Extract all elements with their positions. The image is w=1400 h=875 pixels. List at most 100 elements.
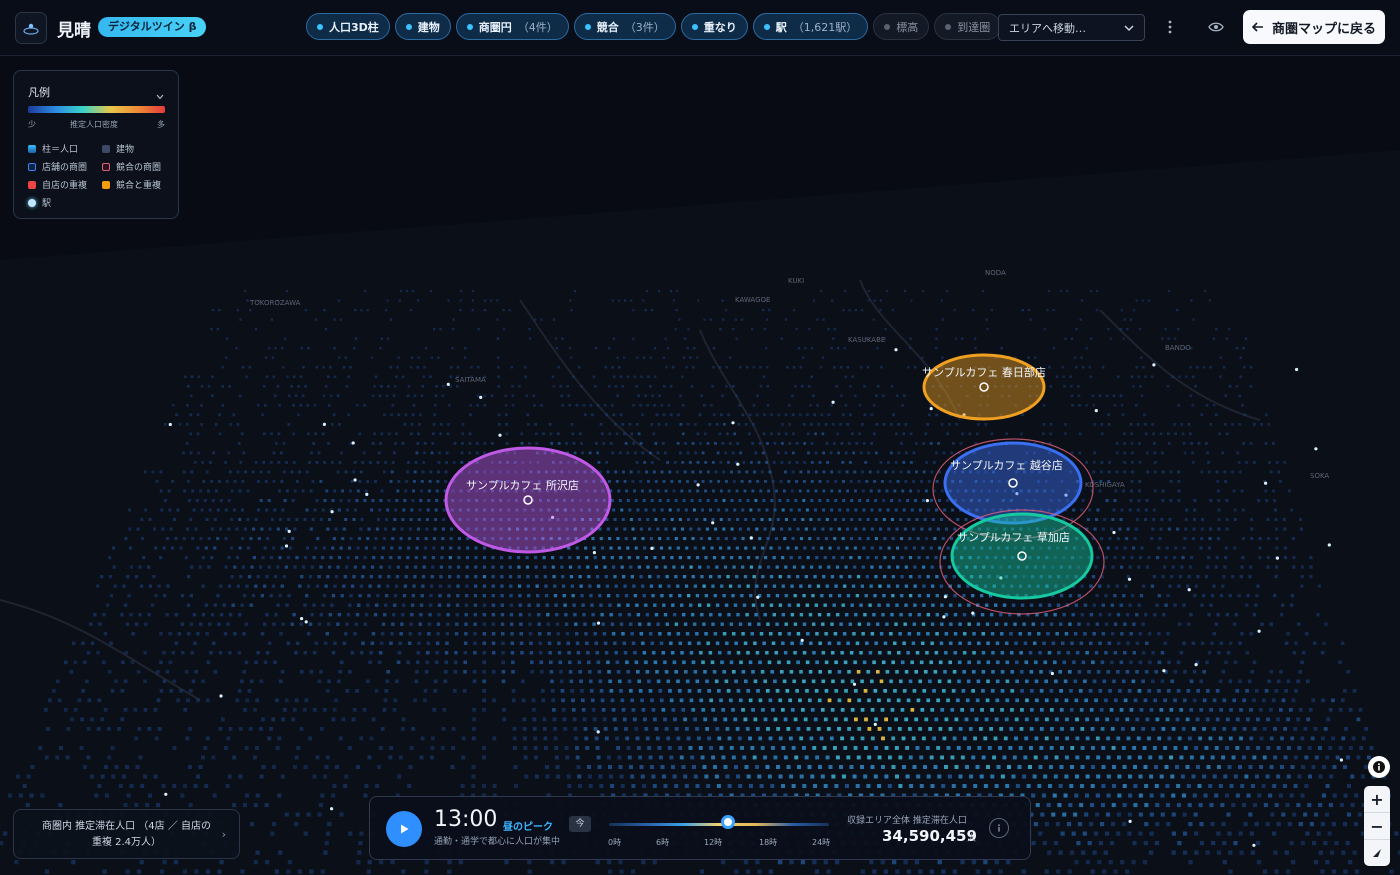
population-cell	[605, 413, 609, 417]
population-cell	[748, 736, 752, 741]
population-cell	[272, 451, 276, 455]
population-cell	[799, 584, 803, 588]
population-cell	[259, 727, 263, 731]
population-cell	[928, 413, 931, 417]
population-cell	[1148, 660, 1152, 665]
population-cell	[1132, 309, 1136, 312]
population-cell	[384, 461, 387, 464]
population-cell	[787, 603, 792, 607]
population-cell	[254, 518, 258, 521]
population-cell	[1166, 594, 1170, 598]
population-cell	[951, 689, 956, 693]
population-cell	[941, 318, 944, 321]
population-cell	[765, 461, 768, 464]
population-cell	[260, 632, 265, 636]
population-cell	[940, 299, 943, 302]
population-cell	[709, 508, 712, 512]
population-cell	[616, 356, 619, 359]
population-cell	[578, 670, 582, 674]
population-cell	[126, 575, 130, 579]
population-cell	[1069, 784, 1074, 788]
population-cell	[930, 470, 934, 474]
population-cell	[772, 556, 776, 560]
population-cell	[697, 641, 701, 645]
population-cell	[1212, 632, 1216, 636]
population-cell	[87, 698, 92, 703]
population-cell	[683, 774, 688, 779]
population-cell	[598, 679, 603, 684]
population-cell	[662, 413, 666, 417]
population-cell	[845, 784, 849, 788]
population-cell	[725, 366, 729, 369]
population-cell	[168, 508, 172, 512]
population-cell	[797, 508, 801, 512]
population-cell	[1292, 556, 1296, 560]
population-cell	[1121, 413, 1125, 417]
population-cell	[778, 575, 782, 579]
population-cell	[305, 546, 309, 550]
population-cell	[338, 556, 342, 560]
population-cell	[1199, 708, 1204, 712]
population-cell	[542, 556, 546, 560]
population-cell	[603, 565, 607, 569]
population-cell	[1239, 356, 1242, 359]
population-cell	[1210, 755, 1215, 760]
population-cell	[873, 594, 877, 598]
population-cell	[868, 290, 871, 293]
population-cell	[359, 527, 363, 531]
population-cell	[1217, 508, 1221, 512]
population-cell	[551, 375, 555, 378]
population-cell	[765, 765, 770, 769]
population-cell	[589, 594, 593, 598]
population-cell	[1153, 613, 1157, 617]
population-cell	[868, 651, 873, 655]
population-cell	[500, 613, 505, 617]
population-cell	[398, 299, 401, 302]
map-canvas[interactable]: KAWAGOEKUKIKASUKABEKOSHIGAYASOKASAITAMAT…	[0, 0, 1400, 875]
population-cell	[818, 565, 822, 569]
population-cell	[887, 527, 891, 531]
population-cell	[935, 508, 938, 512]
population-cell	[1116, 736, 1121, 741]
population-cell	[797, 347, 801, 350]
population-cell	[373, 613, 378, 617]
population-cell	[211, 394, 214, 398]
population-cell	[1205, 442, 1208, 445]
population-cell	[122, 584, 126, 588]
population-cell	[773, 679, 777, 684]
population-cell	[543, 565, 547, 569]
population-cell	[1221, 584, 1225, 588]
population-cell	[1258, 546, 1262, 550]
population-cell	[1070, 385, 1073, 388]
population-cell	[555, 622, 560, 626]
population-cell	[1272, 784, 1277, 788]
population-cell	[980, 708, 984, 712]
population-cell	[96, 584, 100, 588]
population-cell	[765, 689, 770, 693]
population-cell	[928, 527, 932, 531]
population-cell	[415, 670, 419, 674]
population-cell	[919, 660, 924, 665]
population-cell	[934, 556, 938, 560]
population-cell	[435, 489, 439, 493]
population-cell	[670, 480, 674, 483]
population-cell	[705, 727, 709, 731]
population-cell	[876, 347, 879, 350]
population-cell	[482, 546, 486, 550]
population-cell	[1309, 556, 1313, 560]
population-cell	[863, 689, 868, 693]
population-cell	[814, 689, 819, 693]
population-cell	[529, 641, 533, 645]
population-cell	[108, 670, 112, 674]
population-cell	[196, 432, 200, 436]
population-cell	[385, 518, 389, 521]
population-cell	[1299, 518, 1302, 521]
population-cell	[416, 537, 420, 541]
population-cell	[695, 518, 699, 521]
population-cell	[297, 413, 300, 417]
population-cell	[366, 679, 370, 684]
population-cell	[198, 765, 203, 769]
population-cell	[397, 356, 400, 359]
population-cell	[1265, 499, 1269, 502]
population-cell	[1291, 537, 1295, 541]
